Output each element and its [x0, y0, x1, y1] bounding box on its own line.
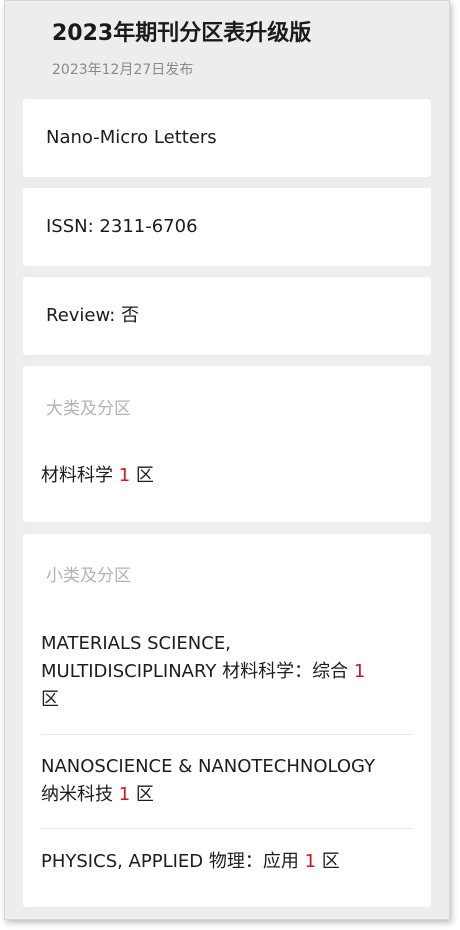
zone-suffix: 区: [135, 465, 154, 486]
minor-category-entry: NANOSCIENCE & NANOTECHNOLOGY 纳米科技 1 区: [41, 753, 413, 809]
major-category-entry: 材料科学 1 区: [41, 462, 154, 490]
category-name: 纳米科技: [41, 784, 113, 805]
journal-name: Nano-Micro Letters: [46, 127, 217, 148]
entry-line: 纳米科技 1 区: [41, 781, 413, 809]
page-title: 2023年期刊分区表升级版: [52, 21, 312, 46]
minor-category-label: 小类及分区: [46, 566, 131, 586]
entry-divider: [41, 828, 413, 829]
entry-divider: [41, 734, 413, 735]
issn-card: ISSN: 2311-6706: [23, 188, 431, 266]
entry-line: NANOSCIENCE & NANOTECHNOLOGY: [41, 756, 376, 777]
zone-suffix: 区: [41, 689, 59, 710]
review-text: Review: 否: [46, 305, 140, 326]
category-name: 材料科学: [41, 465, 113, 486]
entry-line: MULTIDISCIPLINARY 材料科学：综合 1: [41, 658, 413, 686]
zone-number: 1: [353, 661, 366, 682]
issn-text: ISSN: 2311-6706: [46, 216, 198, 237]
minor-category-entry: PHYSICS, APPLIED 物理：应用 1 区: [41, 848, 413, 876]
major-category-card: 大类及分区 材料科学 1 区: [23, 366, 431, 522]
review-card: Review: 否: [23, 277, 431, 355]
zone-suffix: 区: [135, 784, 154, 805]
zone-suffix: 区: [321, 851, 340, 872]
zone-number: 1: [118, 784, 131, 805]
journal-name-card: Nano-Micro Letters: [23, 99, 431, 177]
minor-category-card: 小类及分区 MATERIALS SCIENCE, MULTIDISCIPLINA…: [23, 534, 431, 907]
category-name: PHYSICS, APPLIED 物理：应用: [41, 851, 299, 872]
app-frame: 2023年期刊分区表升级版 2023年12月27日发布 Nano-Micro L…: [4, 0, 450, 920]
category-name: MULTIDISCIPLINARY 材料科学：综合: [41, 661, 349, 682]
minor-category-entry: MATERIALS SCIENCE, MULTIDISCIPLINARY 材料科…: [41, 630, 413, 714]
publish-date: 2023年12月27日发布: [52, 62, 194, 78]
entry-line: MATERIALS SCIENCE,: [41, 633, 231, 654]
zone-number: 1: [118, 465, 131, 486]
zone-number: 1: [304, 851, 317, 872]
major-category-label: 大类及分区: [46, 399, 131, 419]
